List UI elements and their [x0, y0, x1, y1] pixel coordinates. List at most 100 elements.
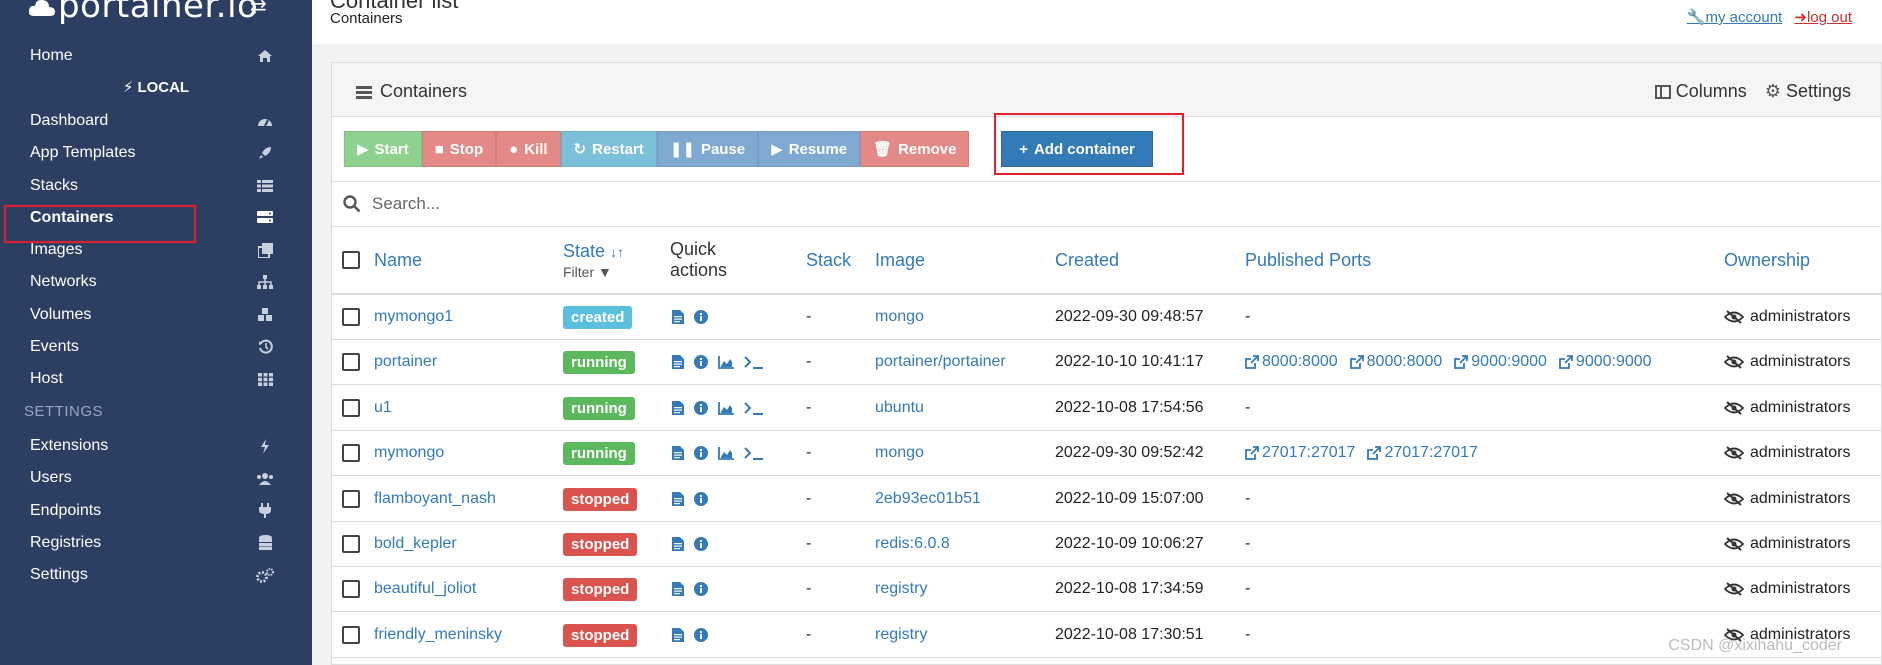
sidebar-item-endpoints[interactable]: Endpoints	[0, 495, 312, 527]
breadcrumb: Containers	[330, 10, 403, 27]
image-link[interactable]: redis:6.0.8	[875, 522, 950, 566]
row-checkbox[interactable]	[342, 444, 360, 462]
log-out-link[interactable]: ➜log out	[1794, 9, 1852, 26]
col-ports[interactable]: Published Ports	[1245, 227, 1371, 293]
state-filter[interactable]: Filter ▼	[563, 264, 612, 280]
row-checkbox[interactable]	[342, 490, 360, 508]
eye-slash-icon	[1724, 582, 1744, 596]
sidebar-item-volumes[interactable]: Volumes	[0, 299, 312, 331]
port-link[interactable]: 27017:27017	[1367, 444, 1478, 462]
stack-value: -	[806, 444, 812, 461]
remove-button[interactable]: 🗑 Remove	[860, 131, 970, 167]
settings-button[interactable]: ⚙ Settings	[1765, 81, 1851, 102]
gear-icon: ⚙	[1764, 81, 1781, 101]
quick-actions[interactable]	[672, 613, 708, 657]
sidebar-item-host[interactable]: Host	[0, 363, 312, 395]
container-name-link[interactable]: beautiful_joliot	[374, 567, 476, 611]
port-link[interactable]: 8000:8000	[1245, 353, 1338, 371]
start-button[interactable]: ▶ Start	[344, 131, 422, 167]
kill-button[interactable]: ● Kill	[496, 131, 561, 167]
sidebar-item-settings[interactable]: Settings	[0, 559, 312, 591]
pause-button[interactable]: ❚❚ Pause	[656, 131, 759, 167]
port-link[interactable]: 9000:9000	[1454, 353, 1547, 371]
row-checkbox[interactable]	[342, 399, 360, 417]
quick-actions[interactable]	[672, 477, 708, 521]
trash-icon: 🗑	[873, 141, 893, 158]
sidebar-item-app-templates[interactable]: App Templates	[0, 137, 312, 169]
col-stack[interactable]: Stack	[806, 227, 851, 293]
quick-actions[interactable]	[672, 295, 708, 339]
select-all-checkbox[interactable]	[342, 251, 360, 269]
image-link[interactable]: 2eb93ec01b51	[875, 477, 981, 521]
external-link-icon	[1245, 446, 1259, 460]
ownership: administrators	[1724, 477, 1850, 521]
eye-slash-icon	[1724, 492, 1744, 506]
row-checkbox[interactable]	[342, 308, 360, 326]
published-ports: -	[1245, 535, 1251, 552]
sidebar-item-registries[interactable]: Registries	[0, 527, 312, 559]
quick-actions[interactable]	[672, 567, 708, 611]
created-value: 2022-09-30 09:52:42	[1055, 444, 1204, 461]
sidebar-item-stacks[interactable]: Stacks	[0, 170, 312, 202]
stop-button[interactable]: ■ Stop	[421, 131, 497, 167]
restart-button[interactable]: ↻ Restart	[560, 131, 657, 167]
col-state[interactable]: State ↓↑ Filter ▼	[563, 227, 624, 293]
col-image[interactable]: Image	[875, 227, 925, 293]
image-link[interactable]: mongo	[875, 431, 924, 475]
col-created[interactable]: Created	[1055, 227, 1119, 293]
image-link[interactable]: mongo	[875, 295, 924, 339]
quick-actions[interactable]	[672, 386, 764, 430]
logo[interactable]: portainer.io ⇄	[0, 0, 312, 30]
container-name-link[interactable]: flamboyant_nash	[374, 477, 496, 521]
panel-tools: Columns ⚙ Settings	[1654, 81, 1851, 102]
database-icon	[256, 534, 274, 552]
container-name-link[interactable]: friendly_meninsky	[374, 613, 502, 657]
quick-actions[interactable]	[672, 340, 764, 384]
collapse-sidebar-icon[interactable]: ⇄	[250, 0, 267, 19]
row-checkbox[interactable]	[342, 353, 360, 371]
container-name-link[interactable]: mymongo	[374, 431, 444, 475]
image-link[interactable]: portainer/portainer	[875, 340, 1006, 384]
container-name-link[interactable]: mymongo1	[374, 295, 453, 339]
container-name-link[interactable]: portainer	[374, 340, 437, 384]
created-value: 2022-10-09 15:07:00	[1055, 490, 1204, 507]
quick-actions[interactable]	[672, 431, 764, 475]
image-link[interactable]: ubuntu	[875, 386, 924, 430]
sidebar-item-extensions[interactable]: Extensions	[0, 430, 312, 462]
sidebar-item-networks[interactable]: Networks	[0, 266, 312, 298]
row-checkbox[interactable]	[342, 580, 360, 598]
eye-slash-icon	[1724, 537, 1744, 551]
row-checkbox[interactable]	[342, 535, 360, 553]
add-container-button[interactable]: + Add container	[1001, 131, 1153, 167]
port-link[interactable]: 9000:9000	[1559, 353, 1652, 371]
history-icon	[256, 338, 274, 356]
console-icon	[744, 355, 763, 369]
stack-value: -	[806, 580, 812, 597]
status-badge: stopped	[563, 532, 638, 556]
resume-button[interactable]: ▶ Resume	[758, 131, 861, 167]
eye-slash-icon	[1724, 355, 1744, 369]
container-name-link[interactable]: bold_kepler	[374, 522, 457, 566]
sidebar-item-users[interactable]: Users	[0, 462, 312, 494]
sidebar-item-events[interactable]: Events	[0, 331, 312, 363]
container-name-link[interactable]: u1	[374, 386, 392, 430]
columns-button[interactable]: Columns	[1654, 81, 1747, 102]
port-link[interactable]: 8000:8000	[1349, 353, 1442, 371]
console-icon	[744, 446, 763, 460]
image-link[interactable]: registry	[875, 613, 927, 657]
eye-slash-icon	[1724, 310, 1744, 324]
table-row: mymongo running - mongo 2022-09-30 09:52:42 2…	[332, 431, 1881, 476]
search-input[interactable]	[372, 194, 972, 214]
image-link[interactable]: registry	[875, 567, 927, 611]
settings-section-title: SETTINGS	[24, 403, 104, 420]
col-ownership[interactable]: Ownership	[1724, 227, 1810, 293]
my-account-link[interactable]: 🔧my account	[1687, 9, 1782, 26]
sidebar-item-dashboard[interactable]: Dashboard	[0, 105, 312, 137]
col-name[interactable]: Name	[374, 227, 422, 293]
row-checkbox[interactable]	[342, 626, 360, 644]
stats-icon	[718, 401, 734, 415]
table-row: bold_kepler stopped - redis:6.0.8 2022-10-09…	[332, 522, 1881, 567]
sidebar-item-home[interactable]: Home	[0, 40, 312, 72]
quick-actions[interactable]	[672, 522, 708, 566]
port-link[interactable]: 27017:27017	[1245, 444, 1355, 462]
